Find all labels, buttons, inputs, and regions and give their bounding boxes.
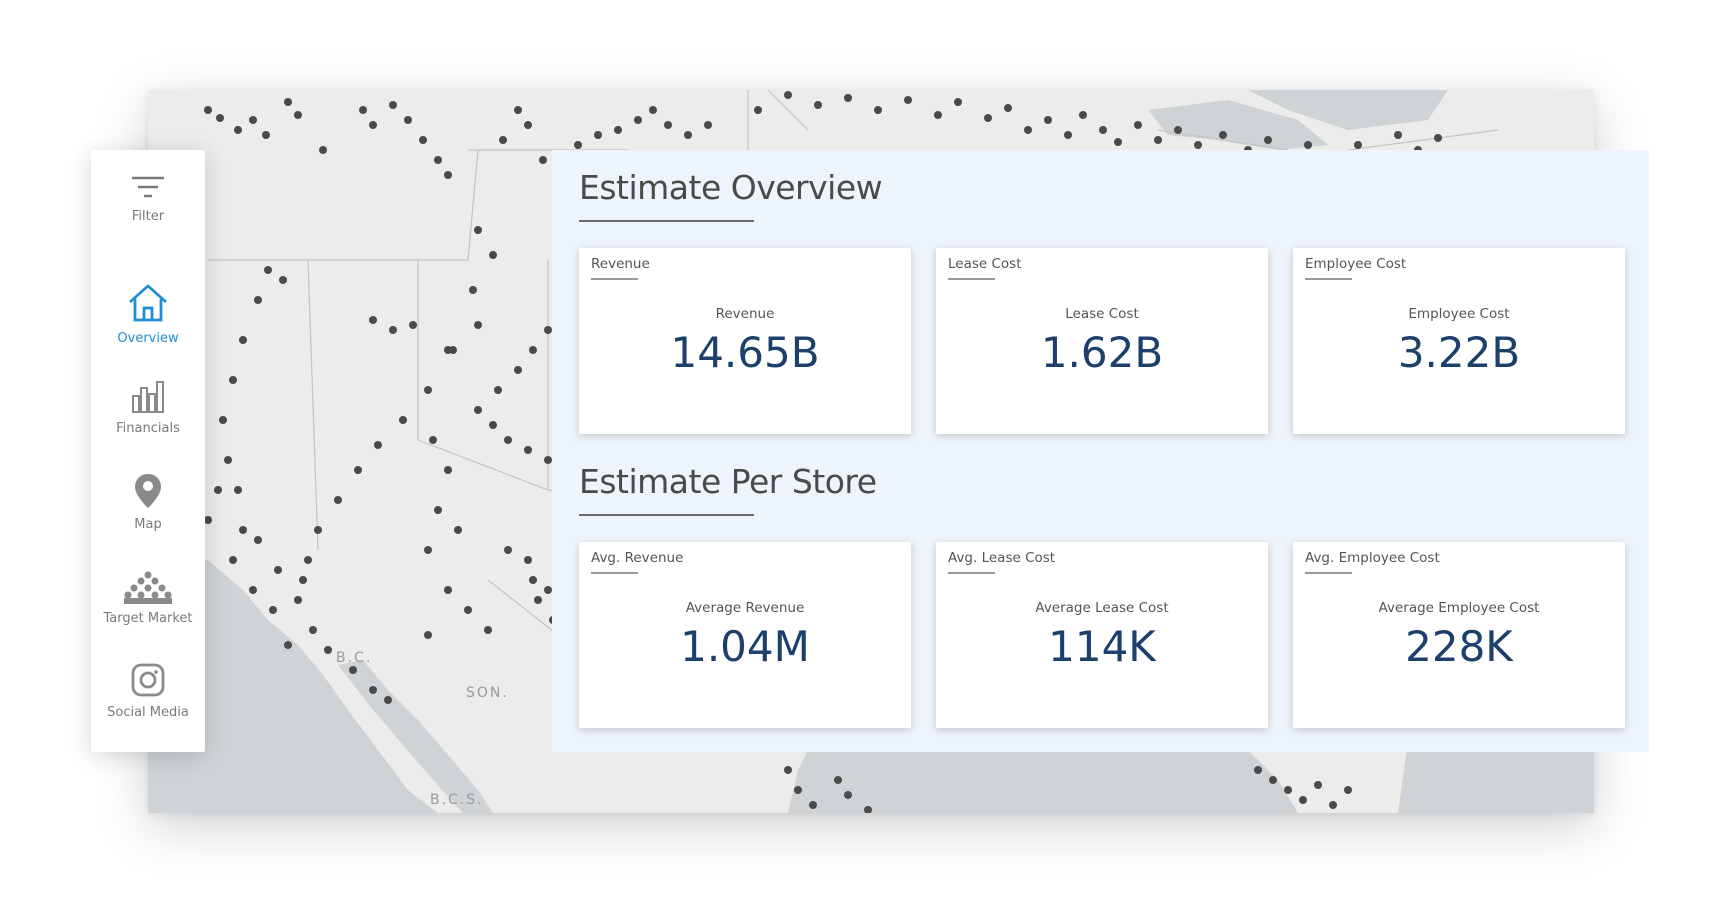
map-label-bc: B.C. <box>336 650 373 666</box>
card-value: 14.65B <box>670 328 820 377</box>
sidebar-item-financials[interactable]: Financials <box>91 378 205 436</box>
card-value: 1.04M <box>680 622 810 671</box>
card-title-underline <box>591 278 638 280</box>
card-value: 228K <box>1405 622 1513 671</box>
card-title-underline <box>591 572 638 574</box>
kpi-card-employee-cost[interactable]: Employee Cost Employee Cost 3.22B <box>1293 248 1625 434</box>
sidebar-item-filter[interactable]: Filter <box>91 174 205 224</box>
card-label: Employee Cost <box>1408 306 1510 322</box>
card-label: Average Revenue <box>685 600 805 616</box>
filter-icon <box>132 176 164 198</box>
sidebar-item-label: Overview <box>117 331 179 346</box>
map-label-bcs: B.C.S. <box>430 792 484 808</box>
card-label: Lease Cost <box>1065 306 1139 322</box>
card-value: 114K <box>1048 622 1156 671</box>
sidebar-item-social-media[interactable]: Social Media <box>91 662 205 720</box>
section-title-per-store: Estimate Per Store <box>579 462 877 501</box>
sidebar-item-label: Map <box>134 517 162 532</box>
kpi-card-avg-lease-cost[interactable]: Avg. Lease Cost Average Lease Cost 114K <box>936 542 1268 728</box>
card-title-underline <box>1305 278 1352 280</box>
sidebar-item-label: Social Media <box>107 705 189 720</box>
sidebar-item-label: Financials <box>116 421 180 436</box>
kpi-card-revenue[interactable]: Revenue Revenue 14.65B <box>579 248 911 434</box>
card-title: Avg. Employee Cost <box>1305 550 1440 566</box>
kpi-card-lease-cost[interactable]: Lease Cost Lease Cost 1.62B <box>936 248 1268 434</box>
sidebar-item-target-market[interactable]: Target Market <box>91 570 205 626</box>
sidebar-item-overview[interactable]: Overview <box>91 282 205 346</box>
card-title: Employee Cost <box>1305 256 1407 272</box>
bar-chart-icon <box>132 381 164 413</box>
kpi-card-avg-revenue[interactable]: Avg. Revenue Average Revenue 1.04M <box>579 542 911 728</box>
card-title: Avg. Lease Cost <box>948 550 1056 566</box>
card-label: Average Lease Cost <box>1035 600 1169 616</box>
card-label: Average Employee Cost <box>1378 600 1540 616</box>
card-value: 1.62B <box>1040 328 1164 377</box>
kpi-card-avg-employee-cost[interactable]: Avg. Employee Cost Average Employee Cost… <box>1293 542 1625 728</box>
home-icon <box>129 284 167 322</box>
card-title: Avg. Revenue <box>591 550 684 566</box>
people-group-icon <box>124 571 172 604</box>
sidebar-item-label: Target Market <box>103 611 193 626</box>
card-value: 3.22B <box>1397 328 1521 377</box>
sidebar-item-map[interactable]: Map <box>91 472 205 532</box>
map-label-son: SON. <box>466 685 509 701</box>
section-title-overview: Estimate Overview <box>579 168 883 207</box>
card-label: Revenue <box>715 306 775 322</box>
instagram-icon <box>131 663 165 697</box>
card-title-underline <box>1305 572 1352 574</box>
sidebar-nav: Filter Overview Financials Map Target Ma… <box>91 150 205 752</box>
section-underline <box>579 514 754 516</box>
section-underline <box>579 220 754 222</box>
card-title: Lease Cost <box>948 256 1022 272</box>
estimate-panel: Estimate Overview Revenue Revenue 14.65B… <box>552 150 1649 752</box>
map-pin-icon <box>135 474 161 508</box>
card-title-underline <box>948 278 995 280</box>
sidebar-item-label: Filter <box>131 209 165 224</box>
card-title: Revenue <box>591 256 650 272</box>
card-title-underline <box>948 572 995 574</box>
